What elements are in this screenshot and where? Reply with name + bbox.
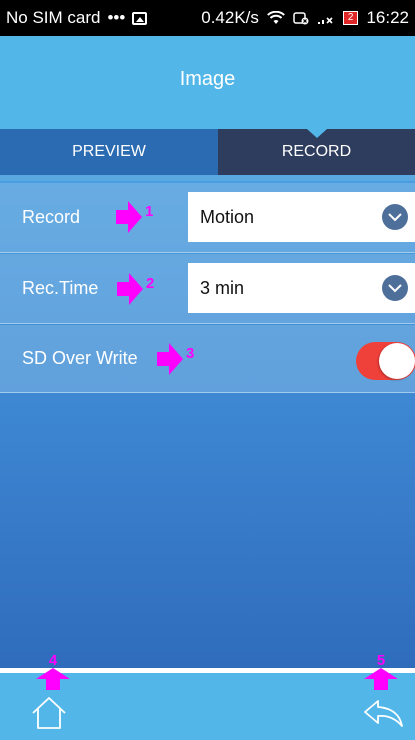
rec-time-row: Rec.Time 2 3 min	[0, 254, 415, 324]
tab-record[interactable]: RECORD	[218, 129, 415, 175]
marker-5-number: 5	[376, 652, 386, 669]
wifi-icon	[267, 11, 285, 24]
signal-icon	[317, 17, 333, 24]
rec-time-value: 3 min	[200, 277, 245, 298]
arrow-right-icon	[117, 273, 143, 305]
app-screen: No SIM card ••• 0.42K/s 2 16:22 Image PR…	[0, 0, 415, 740]
arrow-right-icon	[157, 343, 183, 375]
tab-bar: PREVIEW RECORD	[0, 129, 415, 175]
rec-time-select[interactable]: 3 min	[188, 263, 415, 313]
toggle-knob	[379, 343, 415, 379]
tab-preview[interactable]: PREVIEW	[0, 129, 218, 175]
chevron-down-icon	[382, 204, 408, 230]
arrow-up-icon	[36, 668, 70, 690]
marker-4-number: 4	[48, 652, 58, 669]
sd-over-write-label: SD Over Write	[22, 348, 138, 368]
record-mode-select[interactable]: Motion	[188, 192, 415, 242]
no-sim-icon	[293, 12, 309, 25]
marker-3-number: 3	[186, 344, 195, 362]
tab-record-label: RECORD	[281, 143, 352, 160]
marker-2-number: 2	[146, 274, 155, 292]
marker-3: 3	[157, 343, 194, 375]
sd-over-write-row: SD Over Write 3	[0, 325, 415, 393]
header-bar: Image	[0, 36, 415, 129]
home-icon	[32, 697, 66, 729]
status-bar: No SIM card ••• 0.42K/s 2 16:22	[0, 0, 415, 36]
active-tab-indicator	[306, 129, 327, 138]
clock: 16:22	[366, 8, 409, 27]
battery-icon: 2	[342, 11, 359, 25]
chevron-down-icon	[382, 275, 408, 301]
marker-5: 5	[364, 653, 398, 690]
rec-time-label: Rec.Time	[22, 278, 99, 298]
back-button[interactable]	[362, 695, 406, 731]
marker-4: 4	[36, 653, 70, 690]
marker-2: 2	[117, 273, 154, 305]
record-mode-value: Motion	[200, 206, 255, 227]
record-row: Record 1 Motion	[0, 183, 415, 253]
arrow-up-icon	[364, 668, 398, 690]
settings-panel: Record 1 Motion Rec.Time 2 3 min SD Over…	[0, 181, 415, 668]
record-label: Record	[22, 207, 81, 227]
back-arrow-icon	[364, 700, 403, 727]
arrow-right-icon	[116, 201, 142, 233]
notification-dots: •••	[107, 8, 126, 27]
tab-preview-label: PREVIEW	[72, 143, 146, 160]
sd-over-write-toggle[interactable]	[356, 342, 415, 380]
home-button[interactable]	[30, 695, 68, 731]
image-icon	[132, 11, 148, 25]
page-title: Image	[179, 68, 236, 90]
bottom-bar: 4 5	[0, 653, 415, 740]
marker-1-number: 1	[145, 202, 154, 220]
network-speed: 0.42K/s	[201, 8, 259, 27]
carrier-text: No SIM card	[6, 8, 101, 27]
marker-1: 1	[116, 201, 153, 233]
